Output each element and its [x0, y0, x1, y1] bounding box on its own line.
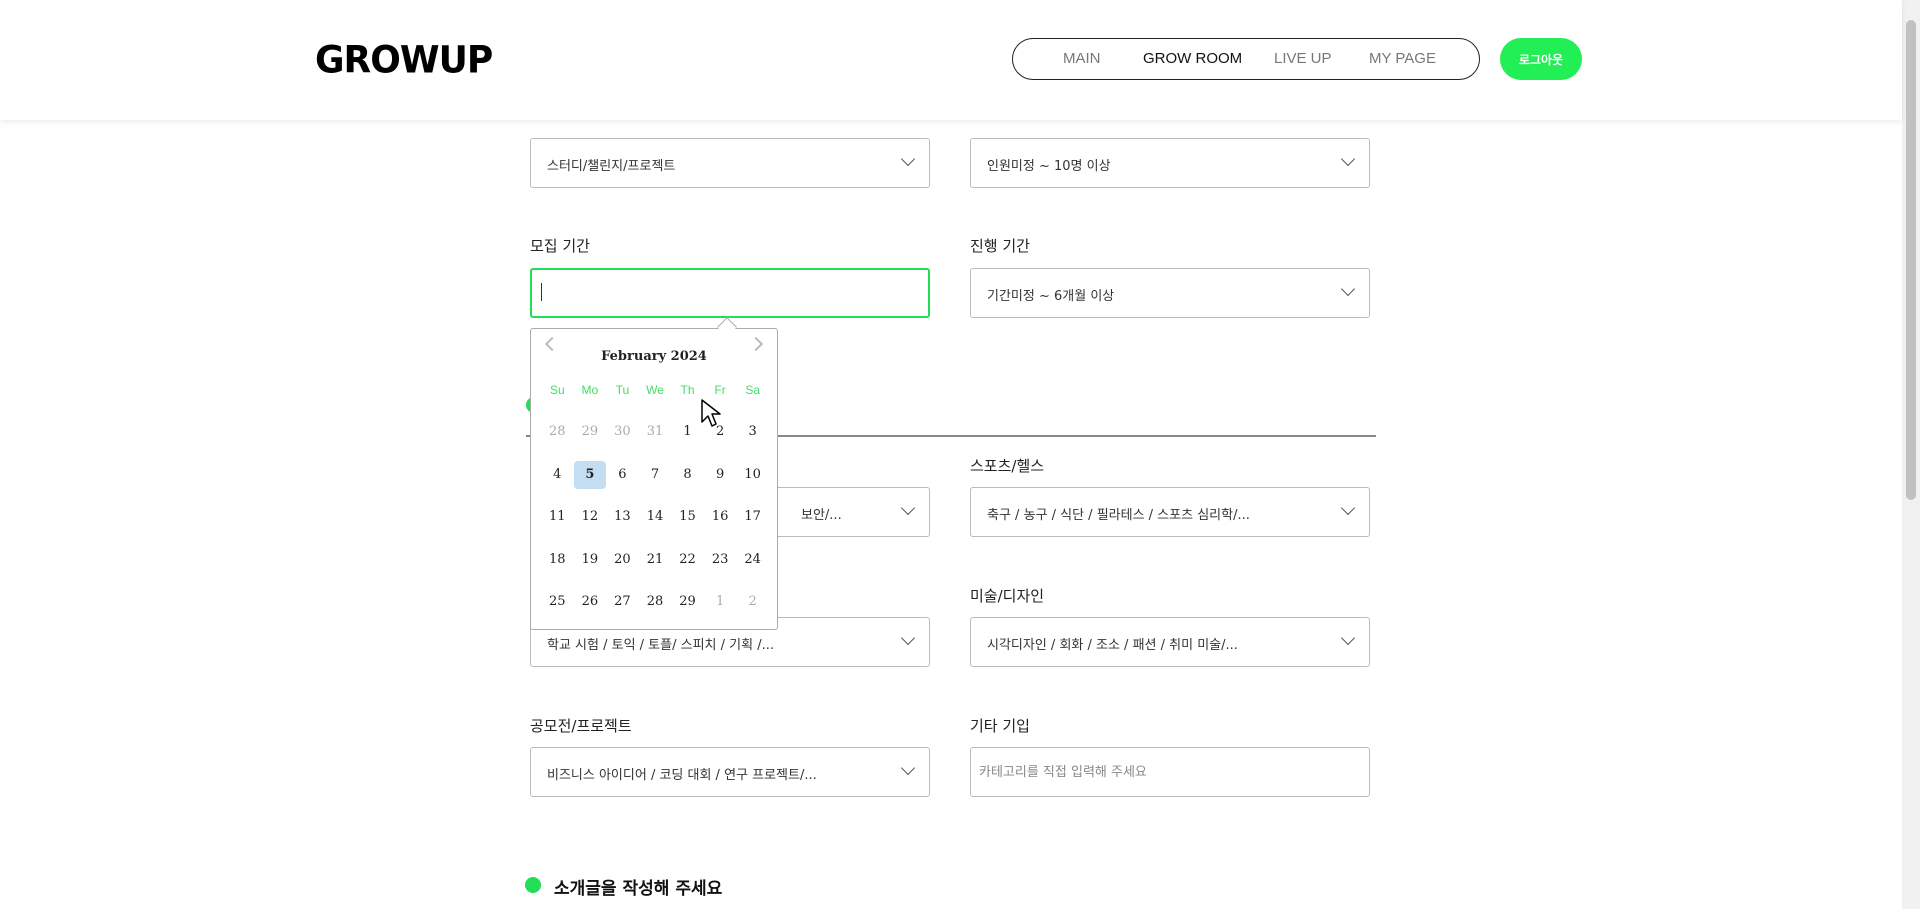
week-row: 18 19 20 21 22 23 24: [541, 539, 769, 582]
main-nav: MAIN GROW ROOM LIVE UP MY PAGE: [1012, 38, 1480, 80]
type-select[interactable]: 스터디/챌린지/프로젝트: [530, 138, 930, 188]
nav-live-up[interactable]: LIVE UP: [1274, 50, 1332, 67]
day-cell[interactable]: 16: [704, 503, 737, 531]
weekday-label: Th: [680, 383, 695, 397]
scrollbar[interactable]: [1902, 0, 1920, 909]
etc-category-input[interactable]: [970, 747, 1370, 797]
day-cell[interactable]: 9: [704, 461, 737, 489]
datepicker: February 2024 Su Mo Tu We Th Fr Sa 28 29…: [530, 328, 778, 630]
chevron-down-icon: [1340, 151, 1356, 167]
recruit-period-label: 모집 기간: [530, 237, 590, 255]
contest-select-value: 비즈니스 아이디어 / 코딩 대회 / 연구 프로젝트/...: [547, 768, 817, 783]
day-cell[interactable]: 26: [574, 588, 607, 616]
weekday-label: Su: [549, 383, 565, 397]
category-select-1-value: 보안/...: [801, 508, 842, 523]
day-cell[interactable]: 14: [639, 503, 672, 531]
day-cell[interactable]: 3: [736, 418, 769, 446]
nav-my-page[interactable]: MY PAGE: [1369, 50, 1436, 67]
chevron-down-icon: [1340, 630, 1356, 646]
chevron-down-icon: [1340, 500, 1356, 516]
sports-select-value: 축구 / 농구 / 식단 / 필라테스 / 스포츠 심리학/...: [987, 508, 1250, 523]
day-cell[interactable]: 1: [671, 418, 704, 446]
recruit-period-input[interactable]: [530, 268, 930, 318]
day-cell[interactable]: 22: [671, 546, 704, 574]
weekday-label: We: [646, 383, 664, 397]
art-select[interactable]: 시각디자인 / 회화 / 조소 / 패션 / 취미 미술/...: [970, 617, 1370, 667]
weekday-label: Sa: [745, 383, 760, 397]
day-cell-today[interactable]: 5: [573, 460, 607, 489]
progress-period-value: 기간미정 ~ 6개월 이상: [987, 289, 1115, 304]
day-cell[interactable]: 29: [671, 588, 704, 616]
day-cell[interactable]: 28: [541, 418, 574, 446]
nav-main[interactable]: MAIN: [1063, 50, 1101, 67]
page: GROWUP MAIN GROW ROOM LIVE UP MY PAGE 로그…: [0, 0, 1920, 909]
day-cell[interactable]: 7: [639, 461, 672, 489]
contest-label: 공모전/프로젝트: [530, 717, 632, 735]
art-select-value: 시각디자인 / 회화 / 조소 / 패션 / 취미 미술/...: [987, 638, 1238, 653]
day-cell[interactable]: 1: [704, 588, 737, 616]
weekday-header: Su Mo Tu We Th Fr Sa: [541, 383, 769, 397]
progress-period-label: 진행 기간: [970, 237, 1030, 255]
nav-grow-room[interactable]: GROW ROOM: [1143, 50, 1242, 67]
day-cell[interactable]: 20: [606, 546, 639, 574]
day-cell[interactable]: 13: [606, 503, 639, 531]
art-label: 미술/디자인: [970, 587, 1045, 605]
datepicker-days: 28 29 30 31 1 2 3 4 5 6 7 8 9 10 11 12 1…: [541, 411, 769, 624]
day-cell[interactable]: 28: [639, 588, 672, 616]
week-row: 28 29 30 31 1 2 3: [541, 411, 769, 454]
text-caret: [541, 283, 542, 301]
type-select-value: 스터디/챌린지/프로젝트: [547, 159, 676, 174]
day-cell[interactable]: 30: [606, 418, 639, 446]
day-cell[interactable]: 8: [671, 461, 704, 489]
section-dot: [525, 877, 541, 893]
day-cell[interactable]: 29: [574, 418, 607, 446]
day-cell[interactable]: 23: [704, 546, 737, 574]
chevron-down-icon: [1340, 281, 1356, 297]
contest-select[interactable]: 비즈니스 아이디어 / 코딩 대회 / 연구 프로젝트/...: [530, 747, 930, 797]
week-row: 25 26 27 28 29 1 2: [541, 581, 769, 624]
header: GROWUP MAIN GROW ROOM LIVE UP MY PAGE 로그…: [0, 0, 1902, 120]
weekday-label: Fr: [714, 383, 726, 397]
day-cell[interactable]: 25: [541, 588, 574, 616]
day-cell[interactable]: 24: [736, 546, 769, 574]
day-cell[interactable]: 21: [639, 546, 672, 574]
day-cell[interactable]: 17: [736, 503, 769, 531]
sports-select[interactable]: 축구 / 농구 / 식단 / 필라테스 / 스포츠 심리학/...: [970, 487, 1370, 537]
day-cell[interactable]: 12: [574, 503, 607, 531]
logo[interactable]: GROWUP: [315, 39, 493, 82]
day-cell[interactable]: 31: [639, 418, 672, 446]
day-cell[interactable]: 6: [606, 461, 639, 489]
people-select[interactable]: 인원미정 ~ 10명 이상: [970, 138, 1370, 188]
chevron-down-icon: [900, 760, 916, 776]
chevron-down-icon: [900, 500, 916, 516]
day-cell[interactable]: 4: [541, 461, 574, 489]
day-cell[interactable]: 19: [574, 546, 607, 574]
mouse-pointer-icon: [701, 399, 721, 427]
weekday-label: Mo: [581, 383, 599, 397]
day-cell[interactable]: 11: [541, 503, 574, 531]
sports-label: 스포츠/헬스: [970, 457, 1045, 475]
week-row: 4 5 6 7 8 9 10: [541, 454, 769, 497]
chevron-down-icon: [900, 151, 916, 167]
chevron-down-icon: [900, 630, 916, 646]
day-cell[interactable]: 27: [606, 588, 639, 616]
week-row: 11 12 13 14 15 16 17: [541, 496, 769, 539]
etc-label: 기타 기입: [970, 717, 1030, 735]
day-cell[interactable]: 18: [541, 546, 574, 574]
datepicker-month-title: February 2024: [601, 349, 707, 364]
progress-period-select[interactable]: 기간미정 ~ 6개월 이상: [970, 268, 1370, 318]
people-select-value: 인원미정 ~ 10명 이상: [987, 159, 1111, 174]
weekday-label: Tu: [615, 383, 630, 397]
day-cell[interactable]: 15: [671, 503, 704, 531]
logout-button[interactable]: 로그아웃: [1500, 38, 1582, 80]
intro-section-title: 소개글을 작성해 주세요: [554, 879, 723, 899]
exam-select-value: 학교 시험 / 토익 / 토플/ 스피치 / 기획 /...: [547, 638, 774, 653]
day-cell[interactable]: 2: [736, 588, 769, 616]
day-cell[interactable]: 10: [736, 461, 769, 489]
scrollbar-thumb[interactable]: [1906, 20, 1916, 500]
